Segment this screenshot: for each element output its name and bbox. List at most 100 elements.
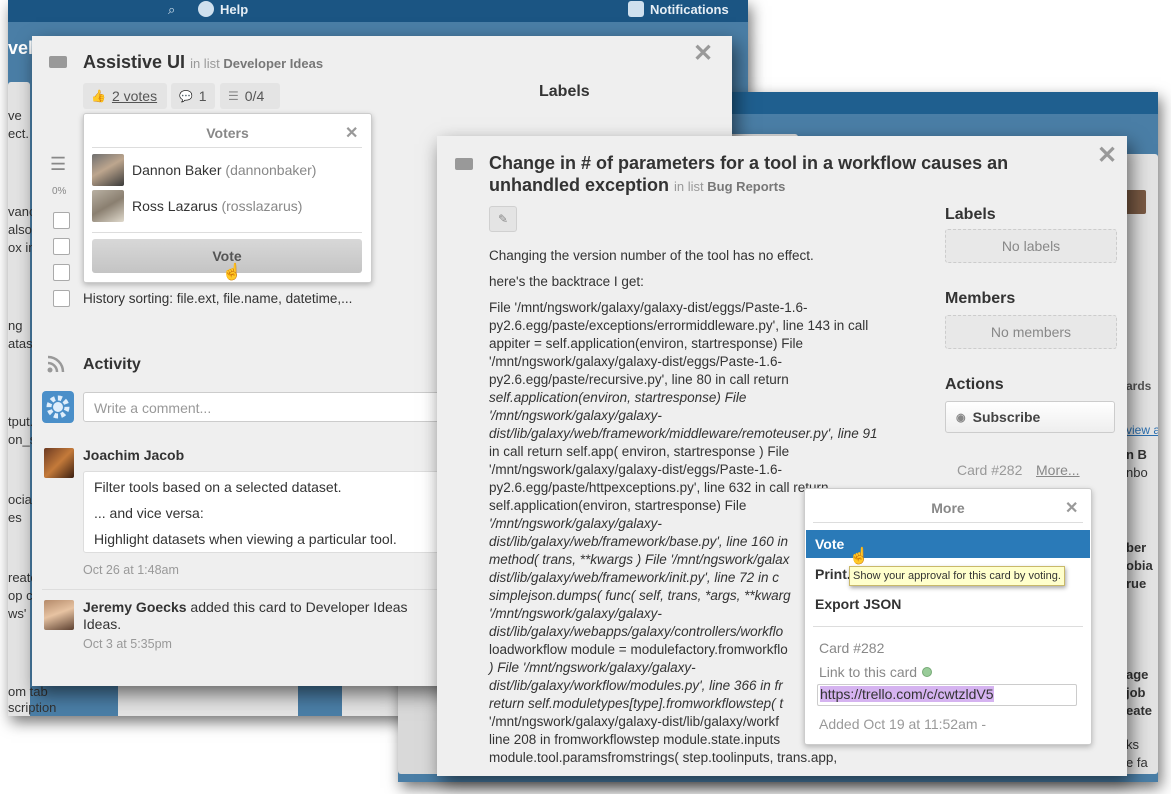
card-fragment: ng [8, 318, 23, 333]
subscribe-label: Subscribe [972, 409, 1041, 425]
card-fragment: e fa [1126, 755, 1148, 770]
rss-icon [46, 354, 66, 374]
card-fragment: job [1126, 685, 1146, 700]
checklist-checkbox[interactable] [53, 290, 70, 307]
checklist-checkbox[interactable] [53, 264, 70, 281]
divider [813, 522, 1083, 523]
voter-row[interactable]: Dannon Baker (dannonbaker) [132, 162, 316, 178]
comment-body: Filter tools based on a selected dataset… [83, 471, 443, 553]
close-icon[interactable]: ✕ [693, 42, 713, 66]
in-list-prefix: in list [674, 179, 704, 194]
checklist-badge[interactable]: ☰ 0/4 [220, 83, 280, 109]
card-fragment: also [8, 222, 32, 237]
current-user-avatar [42, 391, 74, 423]
checklist-icon: ☰ [228, 89, 239, 103]
description-paragraph: here's the backtrace I get: [489, 274, 644, 289]
labels-heading: Labels [539, 83, 590, 100]
trace-line: '/mnt/ngswork/galaxy/galaxy-dist/eggs/Pa… [489, 462, 782, 477]
comments-badge[interactable]: 💬 1 [171, 83, 215, 109]
votes-label[interactable]: 2 votes [112, 88, 157, 104]
export-json-menu-item[interactable]: Export JSON [806, 590, 1090, 618]
comment-timestamp[interactable]: Oct 26 at 1:48am [83, 563, 179, 577]
description-paragraph: Changing the version number of the tool … [489, 248, 814, 263]
trace-line: self.application(environ, startresponse)… [489, 390, 747, 405]
added-date: Added Oct 19 at 11:52am - [819, 716, 987, 732]
members-empty[interactable]: No members [945, 315, 1117, 349]
avatar[interactable] [44, 600, 74, 630]
list-name-link[interactable]: Developer Ideas [223, 56, 323, 71]
search-icon[interactable]: ⌕ [168, 2, 175, 18]
checklist-count: 0/4 [244, 88, 265, 104]
labels-empty[interactable]: No labels [945, 229, 1117, 263]
avatar[interactable] [44, 448, 74, 478]
eye-icon: ◉ [956, 411, 966, 424]
popover-title: More [931, 500, 965, 516]
divider [92, 232, 362, 233]
close-icon[interactable]: ✕ [1097, 144, 1117, 168]
card-fragment: nbo [1126, 465, 1148, 480]
card-fragment: rue [1126, 576, 1147, 591]
trace-line: py2.6.egg/paste/exceptions/errormiddlewa… [489, 318, 869, 333]
card-fragment: n B [1126, 447, 1147, 462]
action-timestamp[interactable]: Oct 3 at 5:35pm [83, 637, 172, 651]
close-icon[interactable]: ✕ [1065, 498, 1078, 518]
card-title[interactable]: Assistive UI in list Developer Ideas [83, 50, 323, 76]
help-icon [198, 1, 214, 17]
card-fragment: ws' [8, 606, 27, 621]
comment-author[interactable]: Joachim Jacob [83, 447, 184, 463]
list-name-link[interactable]: Bug Reports [707, 179, 785, 194]
comment-icon: 💬 [179, 90, 193, 103]
comment-line: ... and vice versa: [94, 505, 204, 521]
card-title-text[interactable]: Assistive UI [83, 52, 185, 72]
votes-badge[interactable]: 👍 2 votes [83, 83, 167, 109]
trace-line: in call return self.app( environ, startr… [489, 444, 790, 459]
card-fragment: obia [1126, 558, 1153, 573]
action-text: added this card to Developer Ideas [190, 599, 408, 615]
comment-placeholder: Write a comment... [94, 400, 212, 416]
divider [42, 589, 442, 590]
card-icon [455, 158, 473, 170]
action-author[interactable]: Jeremy Goecks [83, 599, 187, 615]
card-title-line[interactable]: unhandled exception [489, 175, 669, 195]
card-link-input[interactable]: https://trello.com/c/cwtzldV5 [817, 684, 1077, 706]
subscribe-button[interactable]: ◉ Subscribe [945, 401, 1115, 433]
card-fragment: age [1126, 667, 1149, 682]
card-fragment: atas [8, 336, 33, 351]
notifications-link[interactable]: Notifications [650, 2, 729, 17]
trace-line: '/mnt/ngswork/galaxy/galaxy-dist/eggs/Pa… [489, 354, 782, 369]
card-fragment: ks [1126, 737, 1139, 752]
more-link[interactable]: More... [1036, 462, 1080, 478]
comment-input[interactable]: Write a comment... [83, 392, 443, 422]
trace-line: py2.6.egg/paste/recursive.py', line 80 i… [489, 372, 789, 387]
members-heading: Members [945, 290, 1016, 307]
help-link[interactable]: Help [220, 2, 248, 17]
status-dot-icon [922, 667, 933, 677]
in-list-label: in list Bug Reports [674, 179, 785, 194]
checklist-section-icon: ☰ [50, 154, 67, 174]
card-title-line[interactable]: Change in # of parameters for a tool in … [489, 151, 1008, 175]
board-header-bar: ⌕ Help Notifications [8, 0, 748, 22]
voter-username: (rosslazarus) [221, 198, 303, 214]
card-fragment: ect. [8, 126, 29, 141]
checklist-checkbox[interactable] [53, 238, 70, 255]
card-number: Card #282 [819, 640, 885, 656]
card-fragment: view a [1126, 423, 1158, 437]
checklist-item-label[interactable]: History sorting: file.ext, file.name, da… [83, 291, 352, 306]
pencil-icon: ✎ [497, 212, 509, 226]
card-fragment: om tab [8, 684, 48, 699]
voter-name: Dannon Baker [132, 162, 222, 178]
voter-avatar[interactable] [92, 154, 124, 186]
card-title[interactable]: unhandled exception in list Bug Reports [489, 173, 785, 199]
edit-description-button[interactable]: ✎ [489, 206, 517, 232]
voter-row[interactable]: Ross Lazarus (rosslazarus) [132, 198, 302, 214]
close-icon[interactable]: ✕ [345, 123, 358, 143]
comments-count: 1 [198, 88, 207, 104]
notifications-icon [628, 1, 644, 17]
actions-heading: Actions [945, 376, 1004, 393]
voter-avatar[interactable] [92, 190, 124, 222]
card-fragment: scription [8, 700, 57, 715]
card-fragment: ber [1126, 540, 1147, 555]
in-list-label: in list Developer Ideas [190, 56, 323, 71]
voter-username: (dannonbaker) [225, 162, 317, 178]
checklist-checkbox[interactable] [53, 212, 70, 229]
